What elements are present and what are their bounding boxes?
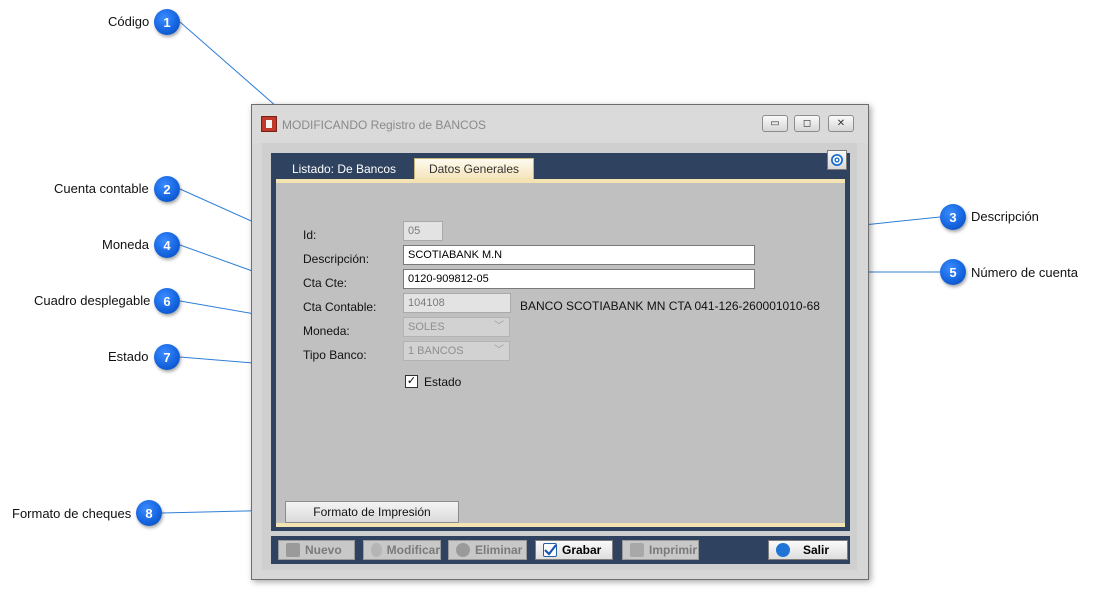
- moneda-value: SOLES: [408, 321, 445, 333]
- cta-contable-field[interactable]: 104108: [403, 293, 511, 313]
- exit-icon: [776, 543, 790, 557]
- grabar-label: Grabar: [562, 543, 602, 557]
- cta-contable-description: BANCO SCOTIABANK MN CTA 041-126-26000101…: [520, 299, 820, 313]
- tipo-banco-value: 1 BANCOS: [408, 345, 464, 357]
- callout-badge-3: 3: [940, 204, 966, 230]
- callout-badge-2: 2: [154, 176, 180, 202]
- callout-badge-6: 6: [154, 288, 180, 314]
- descripcion-field[interactable]: SCOTIABANK M.N: [403, 245, 755, 265]
- callout-label-numero-cuenta: Número de cuenta: [971, 265, 1078, 280]
- checkmark-icon: [543, 543, 557, 557]
- id-label: Id:: [303, 228, 317, 242]
- maximize-button[interactable]: ◻: [794, 115, 820, 132]
- window-title: MODIFICANDO Registro de BANCOS: [282, 118, 487, 132]
- eliminar-label: Eliminar: [475, 543, 523, 557]
- tab-listado-bancos[interactable]: Listado: De Bancos: [285, 158, 403, 179]
- minimize-button[interactable]: ▭: [762, 115, 788, 132]
- eliminar-button[interactable]: Eliminar: [448, 540, 527, 560]
- callout-label-cuadro-desplegable: Cuadro desplegable: [34, 293, 151, 308]
- window-content: Listado: De Bancos Datos Generales Id: 0…: [262, 143, 857, 570]
- callout-label-moneda: Moneda: [102, 237, 149, 252]
- modificar-button[interactable]: Modificar: [363, 540, 441, 560]
- formato-impresion-button[interactable]: Formato de Impresión: [285, 501, 459, 523]
- callout-label-descripcion: Descripción: [971, 209, 1039, 224]
- id-field[interactable]: 05: [403, 221, 443, 241]
- bancos-window: MODIFICANDO Registro de BANCOS ▭ ◻ ✕ Lis…: [251, 104, 869, 580]
- new-record-icon: [286, 543, 300, 557]
- callout-label-estado: Estado: [108, 349, 149, 364]
- grabar-button[interactable]: Grabar: [535, 540, 613, 560]
- gear-icon[interactable]: [827, 150, 847, 170]
- callout-badge-1: 1: [154, 9, 180, 35]
- callout-label-codigo: Código: [108, 14, 150, 29]
- moneda-label: Moneda:: [303, 324, 350, 338]
- cta-contable-label: Cta Contable:: [303, 300, 377, 314]
- imprimir-label: Imprimir: [649, 543, 698, 557]
- callout-label-cuenta-contable: Cuenta contable: [54, 181, 149, 196]
- edit-icon: [371, 543, 382, 557]
- panel-bottom-border: [276, 523, 845, 527]
- chevron-down-icon: ﹀: [494, 345, 504, 356]
- tab-datos-generales[interactable]: Datos Generales: [414, 158, 534, 179]
- app-icon: [261, 116, 277, 132]
- imprimir-button[interactable]: Imprimir: [622, 540, 699, 560]
- callout-badge-8: 8: [136, 500, 162, 526]
- tipo-banco-label: Tipo Banco:: [303, 348, 367, 362]
- cta-cte-field[interactable]: 0120-909812-05: [403, 269, 755, 289]
- close-button[interactable]: ✕: [828, 115, 854, 132]
- modificar-label: Modificar: [386, 543, 440, 557]
- descripcion-label: Descripción:: [303, 252, 370, 266]
- nuevo-button[interactable]: Nuevo: [278, 540, 355, 560]
- printer-icon: [630, 543, 644, 557]
- callout-badge-7: 7: [154, 344, 180, 370]
- title-bar[interactable]: MODIFICANDO Registro de BANCOS ▭ ◻ ✕: [252, 105, 868, 143]
- cta-cte-label: Cta Cte:: [303, 276, 348, 290]
- callout-label-formato-cheques: Formato de cheques: [12, 506, 132, 521]
- estado-label: Estado: [424, 375, 462, 389]
- datos-generales-panel: Id: 05 Descripción: SCOTIABANK M.N Cta C…: [276, 179, 845, 527]
- moneda-select[interactable]: SOLES ﹀: [403, 317, 510, 337]
- callout-badge-4: 4: [154, 232, 180, 258]
- action-toolbar: Nuevo Modificar Eliminar Grabar Imprimir: [271, 536, 850, 564]
- estado-checkbox[interactable]: ✓: [405, 375, 418, 388]
- tab-control: Listado: De Bancos Datos Generales Id: 0…: [271, 150, 850, 531]
- salir-button[interactable]: Salir: [768, 540, 848, 560]
- nuevo-label: Nuevo: [305, 543, 342, 557]
- tipo-banco-select[interactable]: 1 BANCOS ﹀: [403, 341, 510, 361]
- chevron-down-icon: ﹀: [494, 321, 504, 332]
- callout-badge-5: 5: [940, 259, 966, 285]
- delete-icon: [456, 543, 470, 557]
- salir-label: Salir: [803, 543, 830, 557]
